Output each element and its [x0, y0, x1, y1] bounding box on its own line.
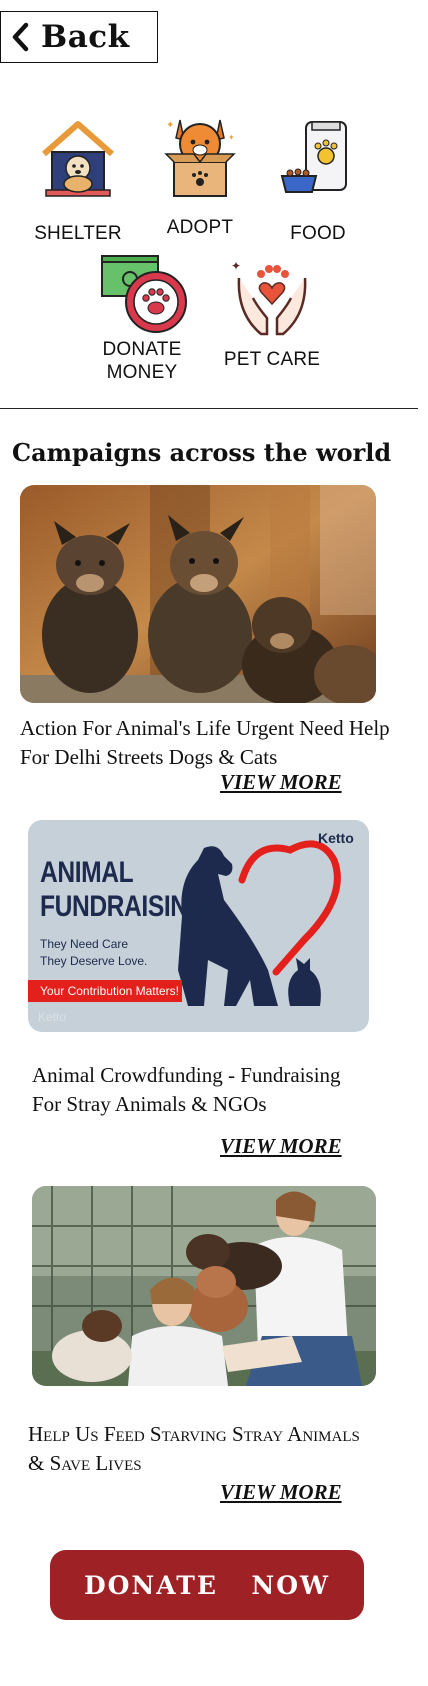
- category-donate-money[interactable]: DONATE MONEY: [82, 252, 202, 384]
- poster-subtext: They Need Care They Deserve Love.: [40, 936, 147, 970]
- campaign-title-line: Animal Crowdfunding - Fundraising: [32, 1063, 341, 1087]
- campaign-title: Animal Crowdfunding - Fundraising For St…: [32, 1061, 412, 1119]
- category-label: ADOPT: [166, 217, 234, 238]
- money-paw-icon: [82, 252, 202, 338]
- campaign-title-line: & Save Lives: [28, 1451, 142, 1475]
- campaign-image-poster[interactable]: Ketto ANIMAL FUNDRAISING They Need Care …: [28, 820, 369, 1032]
- campaign-title-line: For Stray Animals & NGOs: [32, 1092, 267, 1116]
- view-more-link[interactable]: VIEW MORE: [220, 1134, 342, 1159]
- campaign-image-volunteers[interactable]: [32, 1186, 376, 1386]
- svg-text:✦: ✦: [231, 259, 241, 273]
- poster-headline-line: ANIMAL: [40, 856, 134, 889]
- svg-text:✦: ✦: [228, 133, 235, 142]
- poster-watermark: Ketto: [38, 1010, 67, 1024]
- campaign-title: Help Us Feed Starving Stray Animals & Sa…: [28, 1420, 418, 1478]
- back-label: Back: [41, 19, 130, 55]
- campaign-title-line: Help Us Feed Starving Stray Animals: [28, 1422, 360, 1446]
- poster-headline: ANIMAL FUNDRAISING: [40, 856, 207, 924]
- poster-headline-line: FUNDRAISING: [40, 890, 207, 923]
- shelter-house-icon: [18, 116, 138, 200]
- poster-banner: Your Contribution Matters!: [28, 980, 182, 1002]
- campaign-title-line: For Delhi Streets Dogs & Cats: [20, 745, 278, 769]
- poster-subtext-line: They Need Care: [40, 937, 129, 951]
- poster-brand: Ketto: [318, 830, 354, 846]
- category-food[interactable]: FOOD: [258, 116, 378, 245]
- category-label-line2: MONEY: [106, 362, 178, 383]
- category-label: FOOD: [290, 223, 346, 244]
- view-more-link[interactable]: VIEW MORE: [220, 1480, 342, 1505]
- category-label: SHELTER: [34, 223, 122, 244]
- campaign-image-puppies[interactable]: [20, 485, 376, 703]
- category-label: PET CARE: [223, 349, 321, 370]
- category-shelter[interactable]: SHELTER: [18, 116, 138, 245]
- category-adopt[interactable]: ✦ ✦ ADOPT: [140, 110, 260, 239]
- view-more-link[interactable]: VIEW MORE: [220, 770, 342, 795]
- section-title: Campaigns across the world: [12, 438, 392, 467]
- campaign-title: Action For Animal's Life Urgent Need Hel…: [20, 714, 420, 772]
- poster-subtext-line: They Deserve Love.: [40, 954, 148, 968]
- category-label-line1: DONATE: [102, 339, 182, 360]
- svg-text:✦: ✦: [166, 120, 174, 131]
- hands-paw-heart-icon: ✦: [212, 258, 332, 342]
- pet-food-icon: [258, 116, 378, 200]
- cat-in-box-icon: ✦ ✦: [140, 110, 260, 200]
- chevron-left-icon: [1, 11, 41, 63]
- campaign-title-line: Action For Animal's Life Urgent Need Hel…: [20, 716, 390, 740]
- divider: [0, 408, 418, 409]
- category-pet-care[interactable]: ✦ PET CARE: [212, 258, 332, 371]
- donate-now-button[interactable]: DONATE NOW: [50, 1550, 364, 1620]
- back-button[interactable]: Back: [0, 11, 158, 63]
